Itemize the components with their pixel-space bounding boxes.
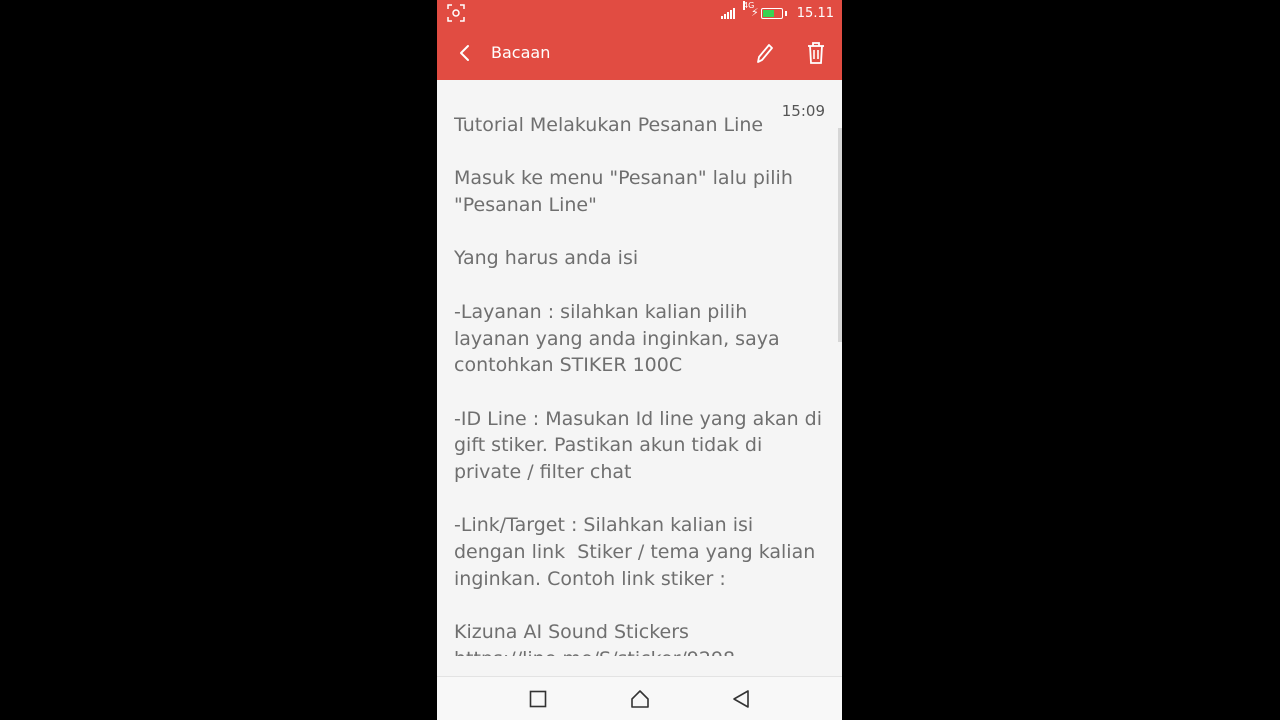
scrollbar[interactable] bbox=[838, 128, 842, 342]
delete-button[interactable] bbox=[804, 40, 828, 66]
screenshot-icon bbox=[447, 4, 465, 22]
note-body[interactable]: Tutorial Melakukan Pesanan Line Masuk ke… bbox=[454, 116, 826, 656]
square-icon bbox=[529, 690, 547, 708]
trash-icon bbox=[808, 42, 824, 64]
note-paragraph: -Link/Target : Silahkan kalian isi denga… bbox=[454, 514, 822, 590]
status-icons: 4G ⚡ 15.11 bbox=[721, 1, 834, 22]
note-paragraph: -Layanan : silahkan kalian pilih layanan… bbox=[454, 300, 786, 377]
back-button[interactable] bbox=[453, 41, 477, 65]
status-bar: 4G ⚡ 15.11 bbox=[437, 0, 842, 26]
status-time: 15.11 bbox=[796, 5, 834, 21]
phone-screen: 4G ⚡ 15.11 Bacaan 15:09 Tutorial Melakuk… bbox=[437, 0, 842, 720]
battery-icon: ⚡ bbox=[751, 7, 787, 19]
page-title: Bacaan bbox=[491, 43, 551, 62]
recent-apps-button[interactable] bbox=[528, 689, 548, 709]
note-paragraph: -ID Line : Masukan Id line yang akan di … bbox=[454, 407, 823, 484]
home-button[interactable] bbox=[630, 689, 650, 709]
home-icon bbox=[631, 690, 649, 708]
note-text: Tutorial Melakukan Pesanan Line Masuk ke… bbox=[454, 116, 826, 656]
note-paragraph: Masuk ke menu "Pesanan" lalu pilih "Pesa… bbox=[454, 167, 799, 217]
signal-icon: 4G bbox=[721, 1, 754, 19]
network-type: 4G bbox=[743, 1, 755, 10]
note-paragraph-title: Tutorial Melakukan Pesanan Line bbox=[454, 116, 764, 136]
battery-fill bbox=[762, 9, 774, 17]
note-paragraph: Yang harus anda isi bbox=[454, 247, 639, 270]
chevron-left-icon bbox=[460, 45, 469, 61]
edit-button[interactable] bbox=[752, 40, 776, 66]
note-content-area[interactable]: 15:09 Tutorial Melakukan Pesanan Line Ma… bbox=[437, 80, 842, 676]
note-paragraph: Kizuna AI Sound Stickers https://line.me… bbox=[454, 621, 735, 656]
app-toolbar: Bacaan bbox=[437, 26, 842, 80]
triangle-back-icon bbox=[733, 690, 749, 708]
system-nav-bar bbox=[437, 676, 842, 720]
pencil-icon bbox=[757, 44, 773, 63]
nav-back-button[interactable] bbox=[731, 689, 751, 709]
